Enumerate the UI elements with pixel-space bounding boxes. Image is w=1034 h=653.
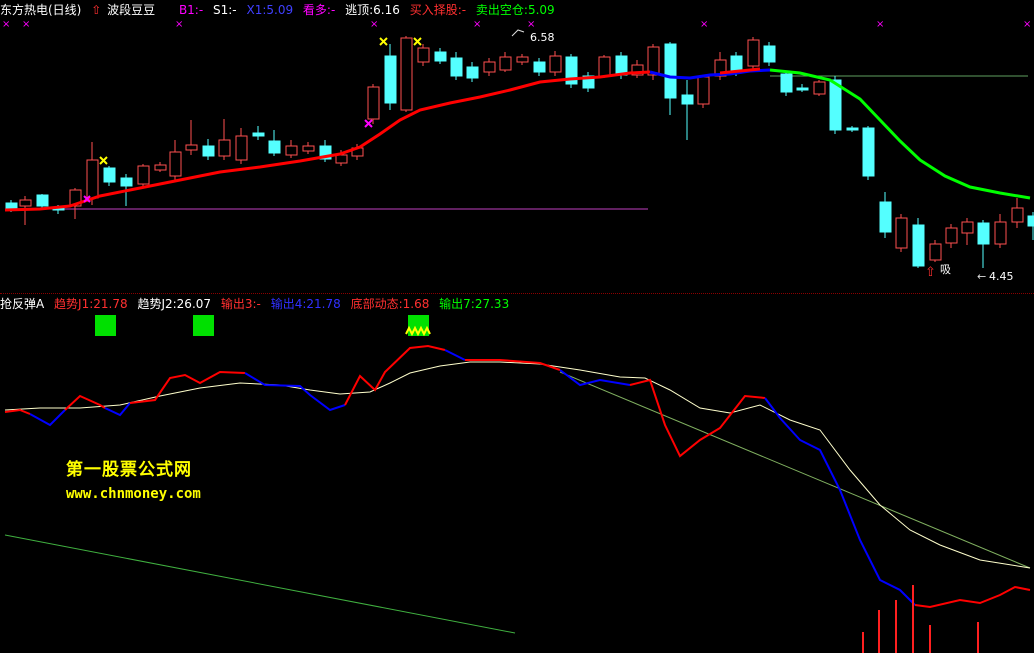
svg-text:×: × bbox=[473, 19, 481, 30]
trend-j1-value: 趋势J1:21.78 bbox=[54, 297, 128, 311]
candle-body bbox=[450, 57, 463, 77]
svg-text:×: × bbox=[1023, 19, 1031, 30]
candle-body bbox=[335, 154, 348, 164]
candles bbox=[5, 36, 1034, 268]
svg-text:×: × bbox=[370, 19, 378, 30]
candle-body bbox=[434, 51, 447, 62]
candle-body bbox=[19, 199, 32, 207]
candle-body bbox=[846, 127, 859, 131]
candle-body bbox=[912, 224, 925, 267]
out3-value: 输出3:- bbox=[220, 297, 261, 311]
high-pointer bbox=[511, 29, 525, 37]
yellow-zigzag-marker bbox=[405, 325, 431, 337]
candle-body bbox=[466, 66, 479, 79]
ma-line-green bbox=[769, 68, 1031, 200]
candle-body bbox=[86, 159, 99, 199]
svg-text:×: × bbox=[700, 19, 708, 30]
high-price-label: 6.58 bbox=[530, 31, 555, 44]
candle-body bbox=[499, 56, 512, 71]
watermark-title: 第一股票公式网 bbox=[66, 460, 192, 480]
svg-text:×: × bbox=[175, 19, 183, 30]
candle-body bbox=[400, 37, 413, 111]
svg-text:×: × bbox=[876, 19, 884, 30]
svg-text:×: × bbox=[2, 19, 10, 30]
candle-body bbox=[384, 55, 397, 104]
watermark: 第一股票公式网 www.chnmoney.com bbox=[66, 455, 201, 502]
magenta-dot-row: × × × × × × × × × bbox=[2, 19, 1031, 30]
out4-value: 输出4:21.78 bbox=[270, 297, 341, 311]
candle-body bbox=[154, 164, 167, 171]
candle-body bbox=[549, 55, 562, 73]
candle-body bbox=[533, 61, 546, 73]
pane-divider[interactable] bbox=[0, 293, 1034, 294]
ma-line-red bbox=[4, 70, 651, 212]
candle-body bbox=[252, 132, 265, 137]
candle-body bbox=[697, 76, 710, 105]
candle-body bbox=[1027, 215, 1034, 227]
candle-body bbox=[5, 202, 18, 209]
candle-body bbox=[879, 201, 892, 233]
absorb-label: 吸 bbox=[940, 263, 951, 276]
candle-body bbox=[763, 45, 776, 63]
candle-body bbox=[664, 43, 677, 99]
candle-body bbox=[218, 139, 231, 157]
candle-body bbox=[185, 144, 198, 151]
candle-body bbox=[285, 145, 298, 156]
candle-body bbox=[516, 56, 529, 63]
candle-body bbox=[598, 56, 611, 77]
out7-value: 输出7:27.33 bbox=[439, 297, 510, 311]
volume-bars bbox=[862, 585, 979, 653]
diagonal-trend-line bbox=[559, 371, 1031, 569]
candle-body bbox=[367, 86, 380, 120]
watermark-url[interactable]: www.chnmoney.com bbox=[66, 486, 201, 502]
candle-body bbox=[994, 221, 1007, 245]
candle-body bbox=[36, 194, 49, 207]
candle-body bbox=[202, 145, 215, 157]
absorb-up-arrow-icon: ⇧ bbox=[925, 265, 936, 280]
candle-body bbox=[977, 222, 990, 245]
candlestick-chart[interactable]: × × × × × × × × × 6.58 ← 4.45 ⇧ 吸 bbox=[0, 0, 1034, 290]
low-price-label: 4.45 bbox=[989, 270, 1014, 283]
candle-body bbox=[120, 177, 133, 187]
candle-body bbox=[137, 165, 150, 185]
sub-formula-name[interactable]: 抢反弹A bbox=[0, 297, 44, 311]
candle-body bbox=[169, 151, 182, 177]
candle-body bbox=[929, 243, 942, 261]
candle-body bbox=[103, 167, 116, 183]
low-arrow-icon: ← bbox=[977, 270, 986, 283]
svg-text:×: × bbox=[527, 19, 535, 30]
candle-body bbox=[681, 94, 694, 105]
candle-body bbox=[483, 61, 496, 73]
candle-body bbox=[796, 87, 809, 91]
trend-j2-value: 趋势J2:26.07 bbox=[137, 297, 212, 311]
candle-body bbox=[961, 221, 974, 234]
bottom-dynamic-value: 底部动态:1.68 bbox=[350, 297, 430, 311]
candle-body bbox=[895, 217, 908, 249]
candle-body bbox=[813, 81, 826, 95]
candle-body bbox=[235, 135, 248, 161]
sub-chart-legend: 抢反弹A 趋势J1:21.78 趋势J2:26.07 输出3:- 输出4:21.… bbox=[0, 296, 515, 312]
candle-body bbox=[747, 39, 760, 67]
candle-body bbox=[268, 140, 281, 154]
candle-body bbox=[945, 227, 958, 244]
candle-body bbox=[780, 73, 793, 93]
candle-body bbox=[302, 145, 315, 152]
svg-text:×: × bbox=[22, 19, 30, 30]
long-trend-line bbox=[4, 534, 516, 634]
candle-body bbox=[862, 127, 875, 177]
candle-body bbox=[417, 47, 430, 63]
candle-body bbox=[1011, 207, 1024, 223]
